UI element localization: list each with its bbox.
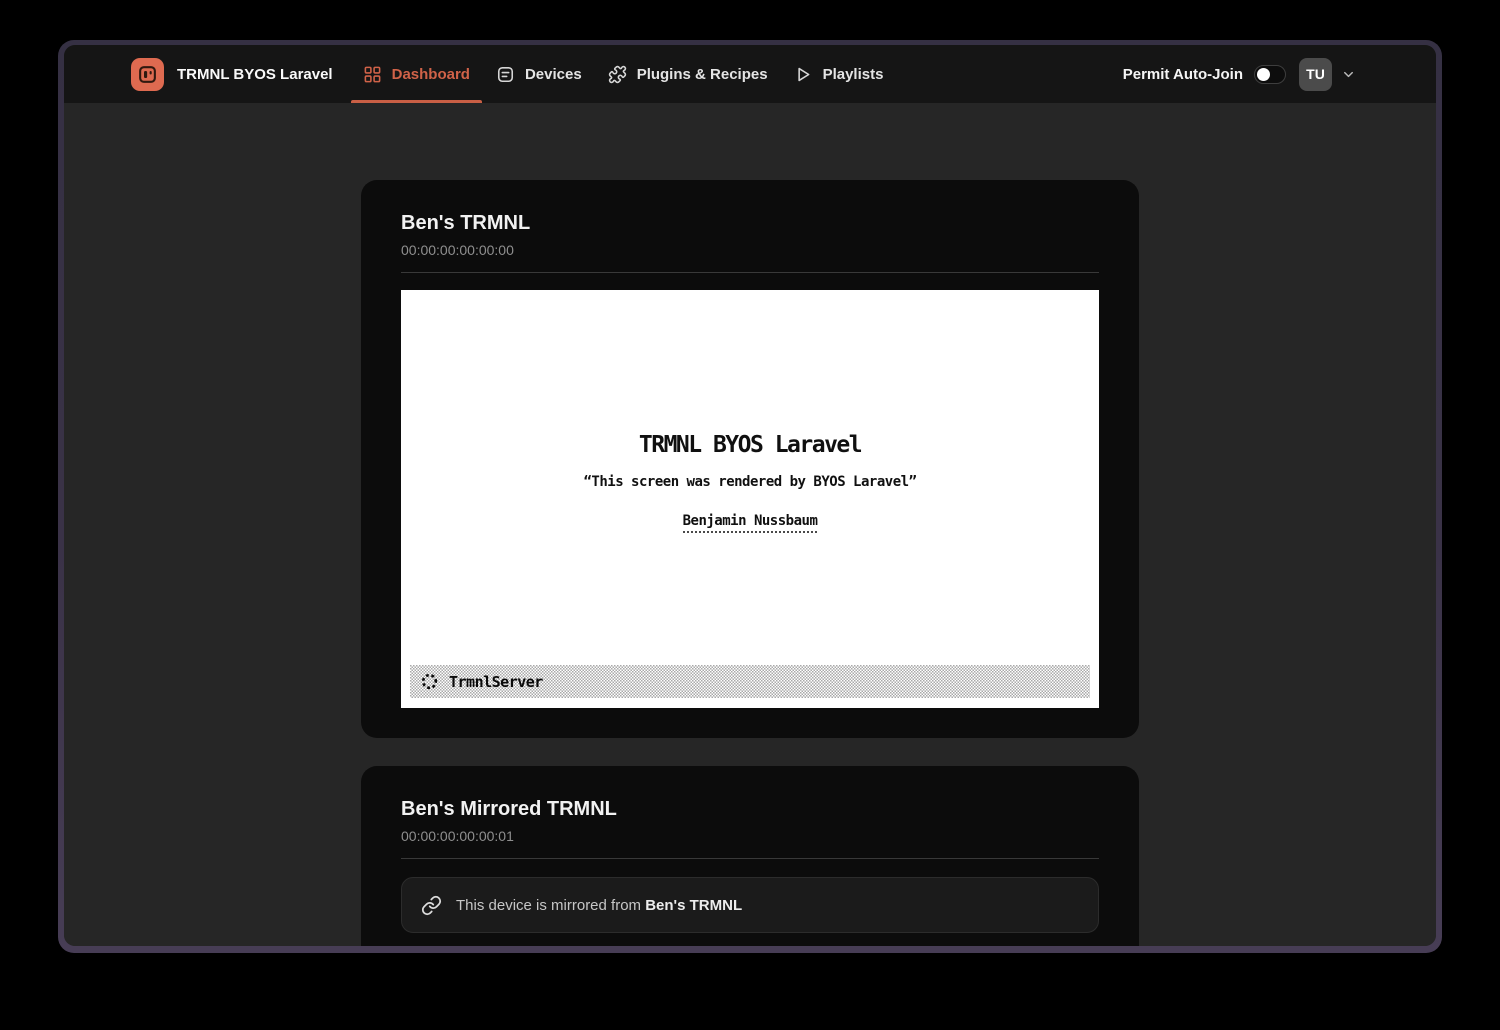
app-window-inner: TRMNL BYOS Laravel Dashboard xyxy=(64,45,1436,946)
permit-auto-join-label: Permit Auto-Join xyxy=(1123,66,1243,83)
divider xyxy=(401,858,1099,859)
device-card-bens-trmnl: Ben's TRMNL 00:00:00:00:00:00 TRMNL BYOS… xyxy=(361,180,1139,738)
tab-devices[interactable]: Devices xyxy=(483,45,595,103)
tab-dashboard[interactable]: Dashboard xyxy=(350,45,483,103)
mirror-notice: This device is mirrored from Ben's TRMNL xyxy=(401,877,1099,933)
spinner-icon xyxy=(420,672,439,691)
play-icon xyxy=(794,65,813,84)
device-name: Ben's TRMNL xyxy=(401,210,1099,236)
navbar-right: Permit Auto-Join TU xyxy=(1123,58,1356,91)
user-avatar[interactable]: TU xyxy=(1299,58,1332,91)
tab-label: Devices xyxy=(525,66,582,83)
chevron-down-icon[interactable] xyxy=(1341,67,1356,82)
panel-lines-icon xyxy=(496,65,515,84)
tab-plugins-recipes[interactable]: Plugins & Recipes xyxy=(595,45,781,103)
device-name: Ben's Mirrored TRMNL xyxy=(401,796,1099,822)
mirror-source-device: Ben's TRMNL xyxy=(645,897,742,914)
link-icon xyxy=(421,895,442,916)
nav-tabs: Dashboard Devices xyxy=(350,45,897,103)
dashboard-page: Ben's TRMNL 00:00:00:00:00:00 TRMNL BYOS… xyxy=(64,103,1436,946)
tab-label: Dashboard xyxy=(392,66,470,83)
screen-author-row: Benjamin Nussbaum xyxy=(401,510,1099,533)
device-mac-address: 00:00:00:00:00:01 xyxy=(401,828,1099,845)
divider xyxy=(401,272,1099,273)
permit-auto-join-toggle[interactable] xyxy=(1254,65,1286,84)
app-logo[interactable] xyxy=(131,58,164,91)
puzzle-icon xyxy=(608,65,627,84)
status-plugin-label: TrmnlServer xyxy=(449,673,543,691)
screen-author-link: Benjamin Nussbaum xyxy=(683,513,818,533)
mirror-notice-text: This device is mirrored from Ben's TRMNL xyxy=(456,897,742,914)
device-mac-address: 00:00:00:00:00:00 xyxy=(401,242,1099,259)
tab-label: Playlists xyxy=(823,66,884,83)
screen-quote: “This screen was rendered by BYOS Larave… xyxy=(401,474,1099,491)
device-screen-preview: TRMNL BYOS Laravel “This screen was rend… xyxy=(401,290,1099,708)
toggle-knob xyxy=(1257,68,1270,81)
grid-icon xyxy=(363,65,382,84)
device-card-bens-mirrored-trmnl: Ben's Mirrored TRMNL 00:00:00:00:00:01 T… xyxy=(361,766,1139,946)
app-title: TRMNL BYOS Laravel xyxy=(177,66,333,83)
screen-title: TRMNL BYOS Laravel xyxy=(401,432,1099,458)
trmnl-device-icon xyxy=(137,64,158,85)
tab-playlists[interactable]: Playlists xyxy=(781,45,897,103)
tab-label: Plugins & Recipes xyxy=(637,66,768,83)
mirror-notice-prefix: This device is mirrored from xyxy=(456,897,645,914)
navbar: TRMNL BYOS Laravel Dashboard xyxy=(64,45,1436,103)
screen-status-bar: TrmnlServer xyxy=(410,665,1090,698)
app-window: TRMNL BYOS Laravel Dashboard xyxy=(58,40,1442,953)
